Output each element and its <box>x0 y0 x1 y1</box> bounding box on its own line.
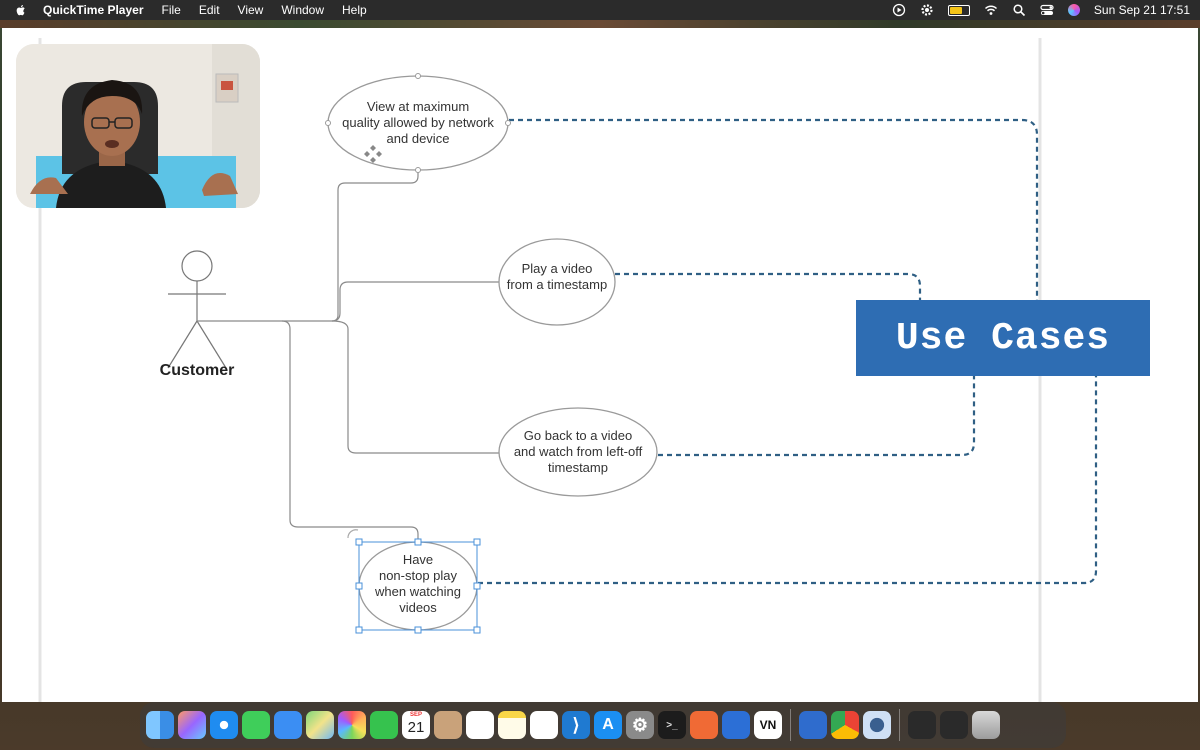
trash-icon[interactable] <box>972 711 1000 739</box>
presenter-image <box>16 44 260 208</box>
dashed-link-play-timestamp <box>615 272 922 300</box>
dashed-link-left-off <box>658 376 976 457</box>
video-player-window[interactable]: View at maximum quality allowed by netwo… <box>2 28 1198 702</box>
status-area: Sun Sep 21 17:51 <box>892 0 1190 20</box>
wifi-icon[interactable] <box>984 3 998 17</box>
search-icon[interactable] <box>1012 3 1026 17</box>
desktop-wallpaper-strip <box>0 20 1200 28</box>
menu-file[interactable]: File <box>153 3 190 17</box>
calendar-icon[interactable]: SEP 21 <box>402 711 430 739</box>
messages-icon[interactable] <box>242 711 270 739</box>
rotate-handle-icon[interactable] <box>347 529 359 539</box>
mail-icon[interactable] <box>274 711 302 739</box>
facetime-icon[interactable] <box>370 711 398 739</box>
reminders-icon[interactable] <box>466 711 494 739</box>
use-case-left-off-text: Go back to a video and watch from left-o… <box>513 428 643 475</box>
menu-help[interactable]: Help <box>333 3 376 17</box>
app-name-menu[interactable]: QuickTime Player <box>34 3 153 17</box>
notes-icon[interactable] <box>498 711 526 739</box>
association-lines <box>197 170 499 542</box>
menu-edit[interactable]: Edit <box>190 3 229 17</box>
menu-bar: QuickTime Player File Edit View Window H… <box>0 0 1200 20</box>
app-store-icon[interactable]: A <box>594 711 622 739</box>
recent-window-icon[interactable] <box>908 711 936 739</box>
dock-separator <box>899 709 900 741</box>
gear-status-icon[interactable] <box>920 3 934 17</box>
siri-icon[interactable] <box>1067 4 1080 16</box>
photos-icon[interactable] <box>338 711 366 739</box>
safari-icon[interactable] <box>210 711 238 739</box>
dock: SEP 21 ⟩ A ⚙ >_ VN <box>140 702 1066 748</box>
system-settings-icon[interactable]: ⚙ <box>626 711 654 739</box>
dock-separator <box>790 709 791 741</box>
recent-window-icon[interactable] <box>940 711 968 739</box>
calendar-day: 21 <box>407 719 425 736</box>
terminal-icon[interactable]: >_ <box>658 711 686 739</box>
menu-view[interactable]: View <box>229 3 273 17</box>
clock-datetime[interactable]: Sun Sep 21 17:51 <box>1094 3 1190 17</box>
use-case-play-timestamp-text: Play a video from a timestamp <box>506 261 608 292</box>
vn-editor-icon[interactable]: VN <box>754 711 782 739</box>
quicktime-icon[interactable] <box>863 711 891 739</box>
contacts-icon[interactable] <box>434 711 462 739</box>
control-center-icon[interactable] <box>1040 3 1054 17</box>
association-line-play-timestamp <box>331 281 499 322</box>
xcode-icon[interactable] <box>722 711 750 739</box>
maps-icon[interactable] <box>306 711 334 739</box>
battery-icon[interactable] <box>947 4 970 16</box>
play-status-icon[interactable] <box>892 3 906 17</box>
finder-icon[interactable] <box>146 711 174 739</box>
freeform-icon[interactable] <box>530 711 558 739</box>
association-line-left-off <box>331 320 499 454</box>
launchpad-icon[interactable] <box>178 711 206 739</box>
vscode-icon[interactable]: ⟩ <box>562 711 590 739</box>
vn-label: VN <box>759 718 777 732</box>
menu-window[interactable]: Window <box>272 3 333 17</box>
xcode-beta-icon[interactable] <box>799 711 827 739</box>
presenter-webcam-overlay <box>16 44 260 208</box>
actor-label: Customer <box>159 362 235 379</box>
apple-menu-icon[interactable] <box>14 3 28 17</box>
association-line-nonstop <box>281 320 419 542</box>
use-case-view-quality-text: View at maximum quality allowed by netwo… <box>342 99 494 146</box>
pen-tool-icon[interactable] <box>690 711 718 739</box>
customer-actor-icon[interactable] <box>167 250 227 369</box>
use-cases-banner: Use Cases <box>856 300 1150 376</box>
calendar-month: SEP <box>409 712 422 718</box>
use-case-nonstop-text: Have non-stop play when watching videos <box>375 552 461 615</box>
chrome-icon[interactable] <box>831 711 859 739</box>
